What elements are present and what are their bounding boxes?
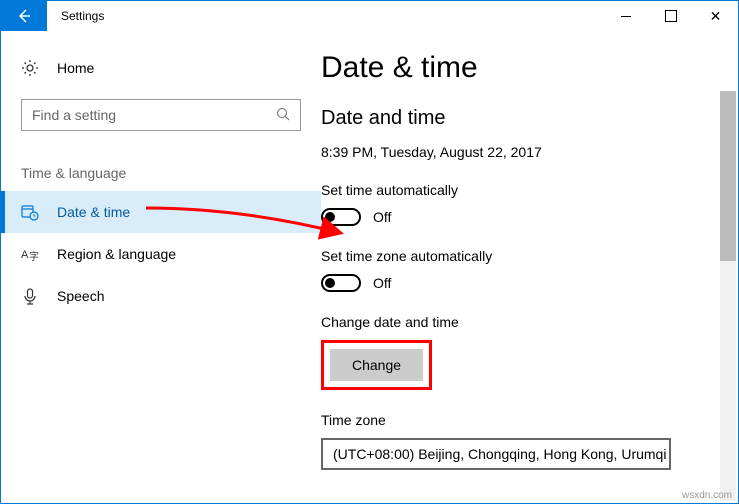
set-tz-auto-toggle-row: Off [321,274,738,292]
minimize-button[interactable] [603,1,648,31]
set-tz-auto-label: Set time zone automatically [321,248,738,264]
sidebar-item-region-language[interactable]: A字 Region & language [1,233,321,275]
microphone-icon [21,287,39,305]
watermark: wsxdn.com [682,490,732,501]
language-icon: A字 [21,245,39,263]
scrollbar[interactable] [720,91,736,501]
window-controls: ✕ [603,1,738,31]
svg-text:字: 字 [29,250,39,263]
sidebar-item-label: Region & language [57,246,176,262]
search-box[interactable] [21,99,301,131]
gear-icon [21,59,39,77]
section-header: Date and time [321,107,738,130]
search-input[interactable] [32,107,238,123]
set-tz-auto-toggle[interactable] [321,274,361,292]
set-time-auto-toggle-row: Off [321,208,738,226]
timezone-dropdown[interactable]: (UTC+08:00) Beijing, Chongqing, Hong Kon… [321,438,671,470]
set-time-auto-label: Set time automatically [321,182,738,198]
search-icon [276,107,290,124]
tz-label: Time zone [321,412,738,428]
sidebar-item-label: Speech [57,288,104,304]
main-content: Date & time Date and time 8:39 PM, Tuesd… [321,31,738,503]
timezone-value: (UTC+08:00) Beijing, Chongqing, Hong Kon… [333,446,666,462]
svg-text:A: A [21,249,29,261]
category-header: Time & language [21,165,301,181]
sidebar-item-speech[interactable]: Speech [1,275,321,317]
annotation-highlight: Change [321,340,432,390]
scrollbar-thumb[interactable] [720,91,736,261]
change-dt-label: Change date and time [321,314,738,330]
sidebar-item-label: Date & time [57,204,130,220]
arrow-left-icon [16,8,32,24]
set-tz-auto-state: Off [373,275,391,291]
window-title: Settings [61,9,104,23]
home-label: Home [57,60,94,76]
close-button[interactable]: ✕ [693,1,738,31]
titlebar: Settings ✕ [1,1,738,31]
set-time-auto-toggle[interactable] [321,208,361,226]
change-button[interactable]: Change [330,349,423,381]
calendar-clock-icon [21,203,39,221]
set-time-auto-state: Off [373,209,391,225]
maximize-button[interactable] [648,1,693,31]
home-button[interactable]: Home [1,51,321,85]
sidebar: Home Time & language Date & time A字 Regi… [1,31,321,503]
page-title: Date & time [321,51,738,85]
back-button[interactable] [1,1,47,31]
sidebar-item-date-time[interactable]: Date & time [1,191,321,233]
current-datetime: 8:39 PM, Tuesday, August 22, 2017 [321,144,738,160]
